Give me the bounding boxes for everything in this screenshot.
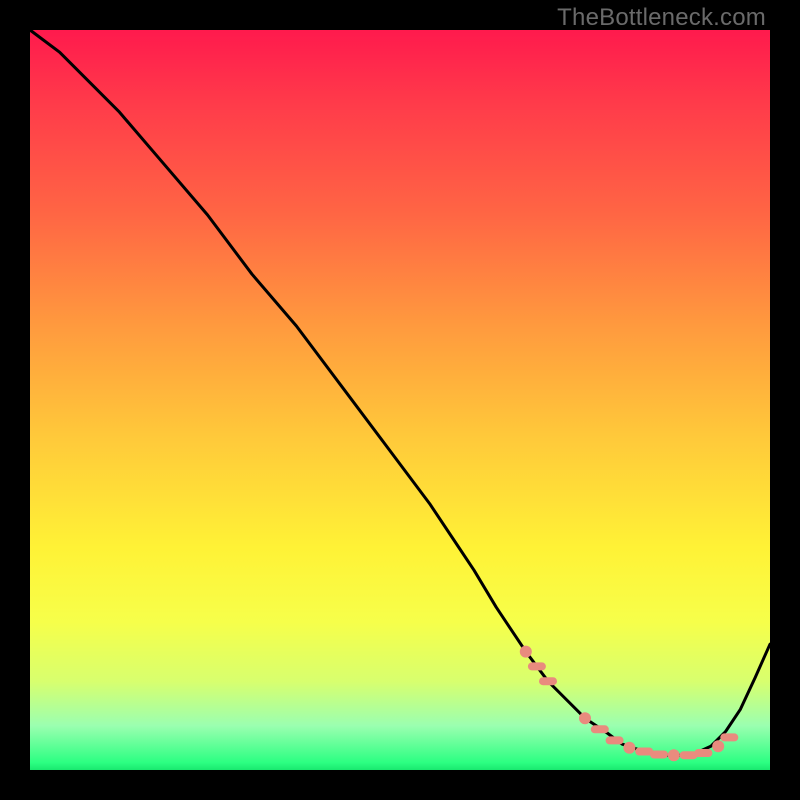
- marker-dot: [712, 740, 724, 752]
- marker-dot: [668, 749, 680, 761]
- marker-dot: [579, 712, 591, 724]
- plot-area: [30, 30, 770, 770]
- chart-svg: [30, 30, 770, 770]
- watermark-text: TheBottleneck.com: [557, 4, 766, 32]
- marker-dash: [650, 751, 668, 759]
- marker-dash: [606, 736, 624, 744]
- marker-dot: [520, 646, 532, 658]
- outer-frame: TheBottleneck.com: [0, 0, 800, 800]
- marker-dash: [694, 749, 712, 757]
- marker-dot: [623, 742, 635, 754]
- marker-dash: [591, 725, 609, 733]
- marker-dash: [539, 677, 557, 685]
- marker-dash: [528, 662, 546, 670]
- series-markers: [520, 646, 739, 762]
- marker-dash: [720, 733, 738, 741]
- series-line: [30, 30, 770, 755]
